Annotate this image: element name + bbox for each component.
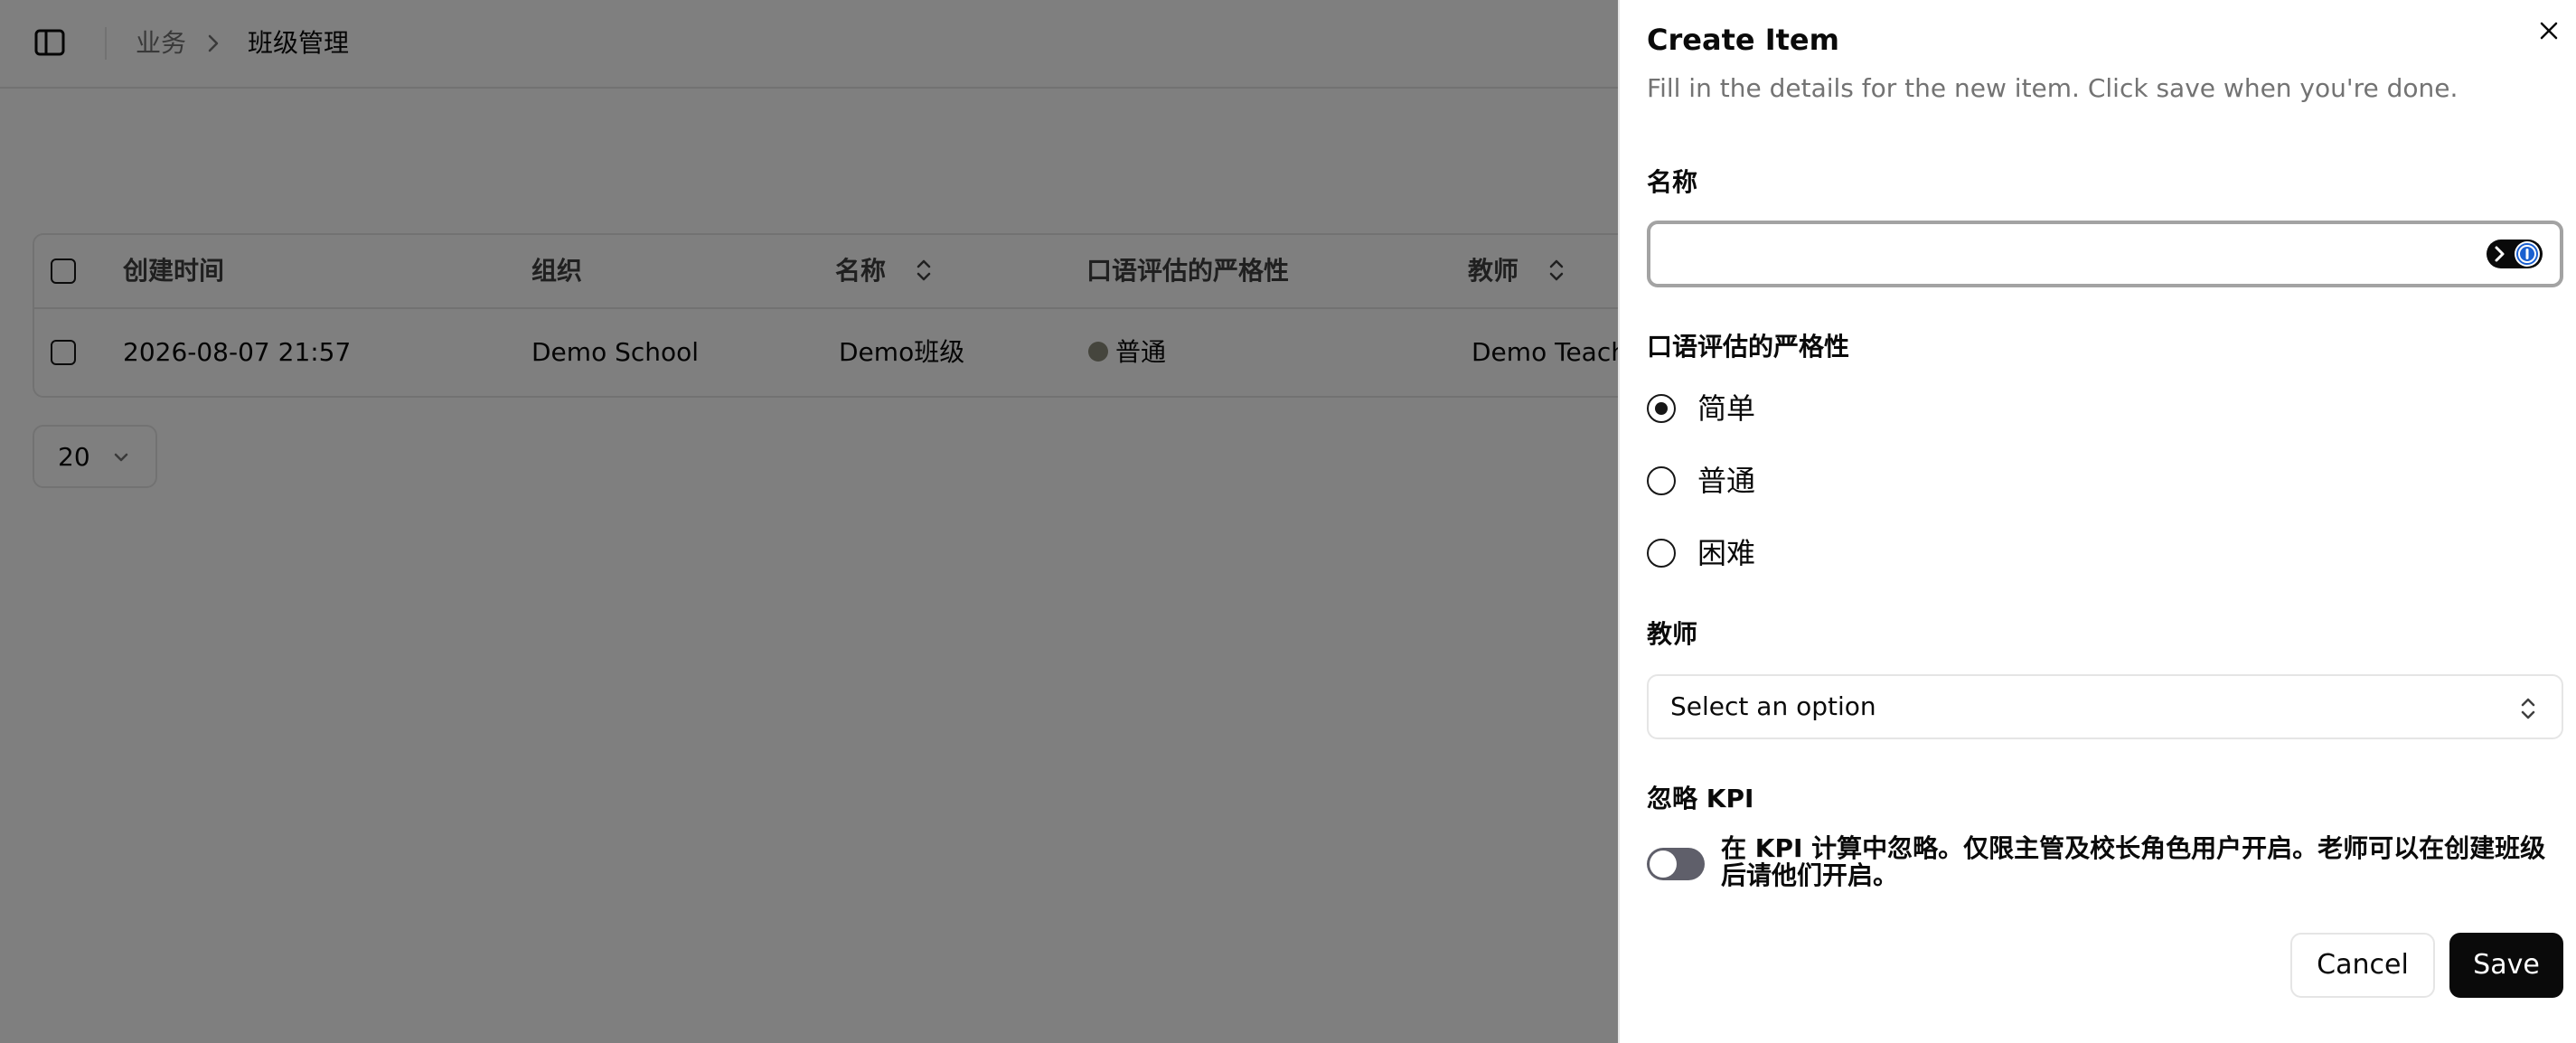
strictness-label: 口语评估的严格性 (1647, 332, 1850, 362)
switch-knob (1650, 850, 1677, 878)
ignore-kpi-switch[interactable] (1647, 848, 1705, 880)
kpi-label: 忽略 KPI (1647, 784, 1754, 813)
close-icon[interactable] (2534, 16, 2563, 45)
sheet-description: Fill in the details for the new item. Cl… (1647, 73, 2458, 103)
modal-overlay[interactable] (0, 0, 1618, 1043)
name-label: 名称 (1647, 167, 1698, 197)
teacher-select[interactable]: Select an option (1647, 674, 2563, 739)
radio-label: 普通 (1697, 464, 1756, 498)
radio-option-easy[interactable]: 简单 (1647, 389, 2008, 428)
radio-label: 简单 (1697, 391, 1756, 426)
cancel-button[interactable]: Cancel (2290, 933, 2435, 998)
teacher-select-placeholder: Select an option (1670, 691, 1876, 721)
sheet-title: Create Item (1647, 23, 1839, 57)
radio-button[interactable] (1647, 394, 1676, 423)
teacher-label: 教师 (1647, 619, 1698, 649)
password-manager-icon[interactable] (2486, 239, 2543, 269)
radio-label: 困难 (1697, 536, 1756, 570)
radio-button[interactable] (1647, 466, 1676, 495)
name-input[interactable] (1647, 221, 2563, 287)
radio-option-normal[interactable]: 普通 (1647, 461, 2008, 501)
chevrons-up-down-icon (2518, 696, 2538, 721)
radio-option-hard[interactable]: 困难 (1647, 533, 2008, 573)
radio-button[interactable] (1647, 539, 1676, 568)
save-button[interactable]: Save (2449, 933, 2563, 998)
kpi-description: 在 KPI 计算中忽略。仅限主管及校长角色用户开启。老师可以在创建班级后请他们开… (1721, 833, 2546, 890)
